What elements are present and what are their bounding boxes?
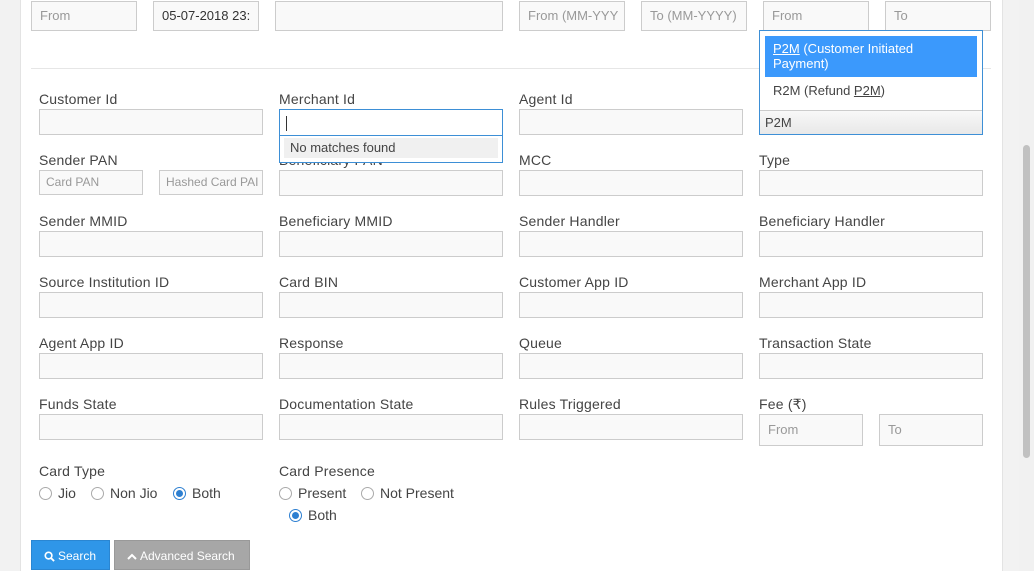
card-type-label: Card Type — [39, 463, 106, 479]
sender-handler-label: Sender Handler — [519, 213, 620, 229]
text-cursor — [286, 116, 287, 131]
card-presence-radio-present[interactable]: Present — [279, 485, 346, 501]
radio-circle[interactable] — [361, 486, 374, 500]
month-to-input[interactable]: To (MM-YYYY) — [641, 1, 747, 31]
agent-id-label: Agent Id — [519, 91, 573, 107]
funds-state-input[interactable] — [39, 414, 263, 440]
source-institution-id-input[interactable] — [39, 292, 263, 318]
search-button-label: Search — [58, 549, 97, 563]
amount-to-input[interactable]: To — [885, 1, 991, 31]
radio-label: Present — [298, 485, 347, 501]
type-label: Type — [759, 152, 791, 168]
sender-pan-label: Sender PAN — [39, 152, 118, 168]
mcc-input[interactable] — [519, 170, 743, 196]
amount-from-input[interactable]: From — [763, 1, 869, 31]
merchant-id-search-dropdown[interactable]: No matches found — [279, 109, 503, 163]
transaction-state-label: Transaction State — [759, 335, 872, 351]
funds-state-label: Funds State — [39, 396, 117, 412]
fee-to-input[interactable]: To — [879, 414, 983, 446]
type-select-dropdown[interactable]: P2M (Customer Initiated Payment) R2M (Re… — [759, 30, 983, 135]
customer-app-id-label: Customer App ID — [519, 274, 629, 290]
beneficiary-mmid-input[interactable] — [279, 231, 503, 257]
sender-handler-input[interactable] — [519, 231, 743, 257]
chevron-up-icon — [127, 553, 137, 560]
merchant-app-id-input[interactable] — [759, 292, 983, 318]
transaction-state-input[interactable] — [759, 353, 983, 379]
month-from-input[interactable]: From (MM-YYY — [519, 1, 625, 31]
type-option-r2m[interactable]: R2M (Refund P2M) — [773, 83, 885, 98]
rules-triggered-label: Rules Triggered — [519, 396, 621, 412]
beneficiary-handler-label: Beneficiary Handler — [759, 213, 885, 229]
documentation-state-input[interactable] — [279, 414, 503, 440]
source-institution-id-label: Source Institution ID — [39, 274, 170, 290]
search-icon — [44, 551, 55, 562]
queue-input[interactable] — [519, 353, 743, 379]
card-type-radio-non-jio[interactable]: Non Jio — [91, 485, 157, 501]
fee-label: Fee (₹) — [759, 396, 807, 412]
type-option-p2m[interactable]: P2M (Customer Initiated Payment) — [765, 36, 977, 77]
radio-circle[interactable] — [39, 486, 52, 500]
card-pan-input[interactable]: Card PAN — [39, 170, 143, 195]
type-input[interactable] — [759, 170, 983, 196]
rules-triggered-input[interactable] — [519, 414, 743, 440]
radio-label: Non Jio — [110, 485, 158, 501]
radio-label: Both — [192, 485, 221, 501]
card-bin-label: Card BIN — [279, 274, 339, 290]
no-matches-message: No matches found — [284, 138, 498, 158]
option-code: P2M — [773, 41, 800, 56]
beneficiary-pan-input[interactable] — [279, 170, 503, 196]
agent-app-id-label: Agent App ID — [39, 335, 124, 351]
mcc-label: MCC — [519, 152, 552, 168]
card-presence-radio-not-present[interactable]: Not Present — [361, 485, 454, 501]
queue-label: Queue — [519, 335, 563, 351]
radio-label: Jio — [58, 485, 76, 501]
customer-app-id-input[interactable] — [519, 292, 743, 318]
radio-circle-selected[interactable] — [289, 508, 302, 522]
radio-label: Both — [308, 507, 337, 523]
card-bin-input[interactable] — [279, 292, 503, 318]
customer-id-label: Customer Id — [39, 91, 118, 107]
option-code: P2M — [853, 83, 881, 98]
date-to-input[interactable]: 05-07-2018 23: — [153, 1, 259, 31]
agent-app-id-input[interactable] — [39, 353, 263, 379]
card-type-radio-both[interactable]: Both — [173, 485, 221, 501]
merchant-id-label: Merchant Id — [279, 91, 356, 107]
card-presence-label: Card Presence — [279, 463, 375, 479]
beneficiary-handler-input[interactable] — [759, 231, 983, 257]
radio-label: Not Present — [380, 485, 454, 501]
advanced-search-button-label: Advanced Search — [140, 549, 235, 563]
search-button[interactable]: Search — [31, 540, 110, 570]
sender-mmid-label: Sender MMID — [39, 213, 128, 229]
option-prefix: R2M (Refund — [773, 83, 854, 98]
response-input[interactable] — [279, 353, 503, 379]
radio-circle-selected[interactable] — [173, 486, 186, 500]
radio-circle[interactable] — [279, 486, 292, 500]
card-presence-radio-both[interactable]: Both — [289, 507, 337, 523]
hashed-card-pan-input[interactable]: Hashed Card PAI — [159, 170, 263, 195]
card-type-radio-jio[interactable]: Jio — [39, 485, 76, 501]
search-separator — [280, 135, 502, 136]
type-selected-value[interactable]: P2M — [760, 110, 982, 134]
merchant-app-id-label: Merchant App ID — [759, 274, 867, 290]
radio-circle[interactable] — [91, 486, 104, 500]
sender-mmid-input[interactable] — [39, 231, 263, 257]
response-label: Response — [279, 335, 344, 351]
documentation-state-label: Documentation State — [279, 396, 414, 412]
beneficiary-mmid-label: Beneficiary MMID — [279, 213, 393, 229]
option-suffix: ) — [880, 83, 885, 98]
date-from-input[interactable]: From — [31, 1, 137, 31]
fee-from-input[interactable]: From — [759, 414, 863, 446]
customer-id-input[interactable] — [39, 109, 263, 135]
advanced-search-button[interactable]: Advanced Search — [114, 540, 250, 570]
scrollbar-thumb[interactable] — [1023, 145, 1030, 458]
date-range-input[interactable] — [275, 1, 503, 31]
vertical-scrollbar[interactable] — [1019, 0, 1034, 571]
agent-id-input[interactable] — [519, 109, 743, 135]
